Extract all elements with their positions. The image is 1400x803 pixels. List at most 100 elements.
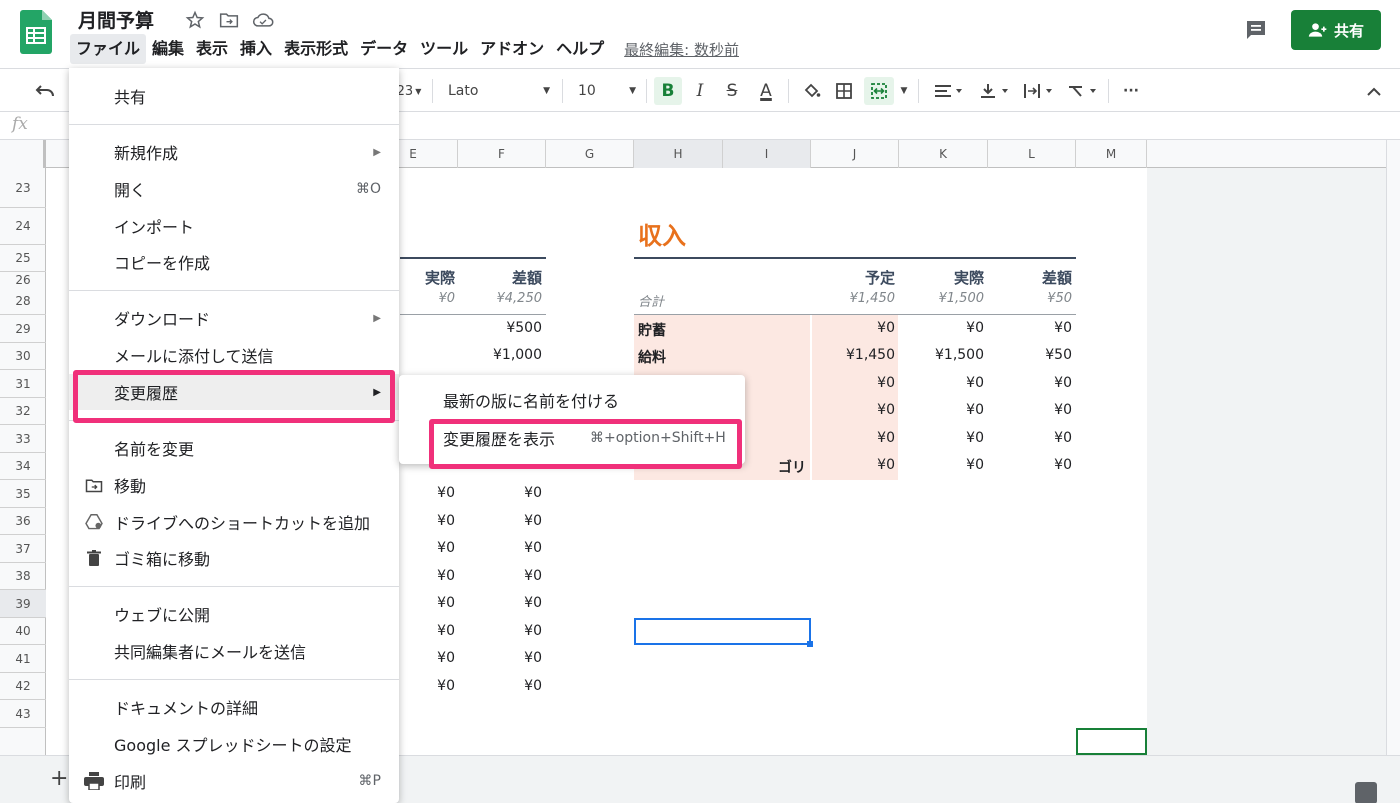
row-header[interactable]: 38 bbox=[0, 563, 46, 590]
income-row-label[interactable]: 給料 bbox=[638, 347, 666, 367]
comments-icon[interactable] bbox=[1240, 14, 1272, 46]
income-cell[interactable]: ¥0 bbox=[811, 320, 895, 336]
income-cell[interactable]: ¥1,500 bbox=[899, 347, 984, 363]
left-cell[interactable]: ¥1,000 bbox=[458, 347, 542, 363]
vertical-align-icon[interactable] bbox=[974, 77, 1014, 105]
menu-publish-web[interactable]: ウェブに公開 bbox=[69, 597, 399, 631]
row-header[interactable]: 37 bbox=[0, 535, 46, 563]
menu-name-current-version[interactable]: 最新の版に名前を付ける bbox=[399, 383, 745, 417]
menu-download[interactable]: ダウンロード ▶ bbox=[69, 301, 399, 335]
income-cell[interactable]: ¥0 bbox=[899, 375, 984, 391]
col-header-g[interactable]: G bbox=[546, 140, 634, 168]
row-header[interactable]: 25 bbox=[0, 245, 46, 272]
text-color-button[interactable]: A bbox=[752, 77, 780, 105]
row-header[interactable]: 40 bbox=[0, 618, 46, 645]
row-header[interactable]: 28 bbox=[0, 288, 46, 315]
income-cell[interactable]: ¥0 bbox=[899, 457, 984, 473]
income-cell[interactable]: ¥0 bbox=[811, 457, 895, 473]
row-header[interactable]: 41 bbox=[0, 645, 46, 673]
income-cell[interactable]: ¥0 bbox=[899, 402, 984, 418]
left-cell[interactable]: ¥0 bbox=[458, 485, 542, 501]
text-wrap-icon[interactable] bbox=[1018, 77, 1058, 105]
share-button[interactable]: 共有 bbox=[1291, 10, 1381, 50]
menu-new[interactable]: 新規作成 ▶ bbox=[69, 135, 399, 169]
col-header-l[interactable]: L bbox=[988, 140, 1076, 168]
document-title[interactable]: 月間予算 bbox=[78, 6, 154, 33]
row-header[interactable]: 29 bbox=[0, 315, 46, 343]
left-cell[interactable]: ¥0 bbox=[458, 513, 542, 529]
left-cell[interactable]: ¥0 bbox=[458, 678, 542, 694]
income-cell[interactable]: ¥0 bbox=[899, 430, 984, 446]
menu-import[interactable]: インポート bbox=[69, 209, 399, 243]
merge-dropdown-icon[interactable]: ▼ bbox=[896, 77, 912, 105]
undo-icon[interactable] bbox=[30, 77, 60, 105]
selected-cell[interactable] bbox=[634, 618, 811, 645]
row-header[interactable]: 31 bbox=[0, 370, 46, 398]
menu-document-details[interactable]: ドキュメントの詳細 bbox=[69, 690, 399, 724]
row-header[interactable]: 43 bbox=[0, 700, 46, 728]
menu-format[interactable]: 表示形式 bbox=[278, 34, 354, 64]
menu-data[interactable]: データ bbox=[354, 34, 414, 64]
star-icon[interactable] bbox=[184, 9, 206, 31]
italic-button[interactable]: I bbox=[686, 77, 714, 105]
more-options-icon[interactable]: ··· bbox=[1116, 77, 1146, 105]
menu-edit[interactable]: 編集 bbox=[146, 34, 190, 64]
sheets-logo-icon[interactable] bbox=[20, 10, 52, 54]
horizontal-align-icon[interactable] bbox=[928, 77, 968, 105]
menu-view[interactable]: 表示 bbox=[190, 34, 234, 64]
fill-handle[interactable] bbox=[807, 641, 813, 647]
menu-make-copy[interactable]: コピーを作成 bbox=[69, 245, 399, 279]
left-cell[interactable]: ¥0 bbox=[458, 623, 542, 639]
income-cell[interactable]: ¥0 bbox=[988, 457, 1072, 473]
income-cell[interactable]: ¥0 bbox=[988, 430, 1072, 446]
menu-add-drive-shortcut[interactable]: ドライブへのショートカットを追加 bbox=[69, 505, 399, 539]
row-header[interactable]: 30 bbox=[0, 343, 46, 370]
col-header-m[interactable]: M bbox=[1076, 140, 1147, 168]
menu-see-version-history[interactable]: 変更履歴を表示 ⌘+option+Shift+H bbox=[399, 421, 745, 455]
menu-open[interactable]: 開く ⌘O bbox=[69, 172, 399, 206]
income-cell[interactable]: ¥0 bbox=[811, 375, 895, 391]
col-header-h[interactable]: H bbox=[634, 140, 723, 168]
row-header[interactable]: 39 bbox=[0, 590, 46, 618]
income-row-label[interactable]: 貯蓄 bbox=[638, 320, 666, 340]
left-cell[interactable]: ¥0 bbox=[458, 568, 542, 584]
row-header[interactable]: 33 bbox=[0, 425, 46, 453]
menu-addons[interactable]: アドオン bbox=[474, 34, 550, 64]
income-cell[interactable]: ¥0 bbox=[811, 402, 895, 418]
row-header[interactable]: 23 bbox=[0, 168, 46, 208]
income-cell[interactable]: ¥0 bbox=[811, 430, 895, 446]
vertical-scrollbar[interactable] bbox=[1386, 140, 1400, 755]
col-header-j[interactable]: J bbox=[811, 140, 899, 168]
row-header[interactable]: 35 bbox=[0, 480, 46, 508]
row-header[interactable]: 24 bbox=[0, 208, 46, 245]
menu-file[interactable]: ファイル bbox=[70, 34, 147, 64]
col-header-f[interactable]: F bbox=[458, 140, 546, 168]
row-header[interactable]: 34 bbox=[0, 453, 46, 480]
income-cell[interactable]: ¥50 bbox=[988, 347, 1072, 363]
menu-move[interactable]: 移動 bbox=[69, 468, 399, 502]
menu-email-collaborators[interactable]: 共同編集者にメールを送信 bbox=[69, 634, 399, 668]
left-cell[interactable]: ¥0 bbox=[458, 540, 542, 556]
menu-print[interactable]: 印刷 ⌘P bbox=[69, 764, 399, 798]
menu-insert[interactable]: 挿入 bbox=[234, 34, 278, 64]
income-cell[interactable]: ¥0 bbox=[899, 320, 984, 336]
merge-cells-icon[interactable] bbox=[864, 77, 894, 105]
row-header[interactable]: 32 bbox=[0, 398, 46, 425]
row-header[interactable]: 26 bbox=[0, 272, 46, 288]
col-header-i[interactable]: I bbox=[723, 140, 811, 168]
select-all-corner[interactable] bbox=[0, 140, 46, 168]
font-size-dropdown[interactable]: 10 ▼ bbox=[574, 77, 640, 105]
explore-icon[interactable] bbox=[1355, 782, 1377, 803]
row-header[interactable]: 42 bbox=[0, 673, 46, 700]
last-edit-link[interactable]: 最終編集: 数秒前 bbox=[624, 39, 739, 60]
income-cell[interactable]: ¥0 bbox=[988, 402, 1072, 418]
strikethrough-button[interactable]: S bbox=[718, 77, 746, 105]
col-header-k[interactable]: K bbox=[899, 140, 988, 168]
menu-help[interactable]: ヘルプ bbox=[550, 34, 610, 64]
font-family-dropdown[interactable]: Lato ▼ bbox=[444, 77, 554, 105]
left-cell[interactable]: ¥500 bbox=[458, 320, 542, 336]
menu-share[interactable]: 共有 bbox=[69, 79, 399, 113]
income-cell[interactable]: ¥1,450 bbox=[811, 347, 895, 363]
menu-email-attachment[interactable]: メールに添付して送信 bbox=[69, 338, 399, 372]
fill-color-icon[interactable] bbox=[798, 77, 826, 105]
